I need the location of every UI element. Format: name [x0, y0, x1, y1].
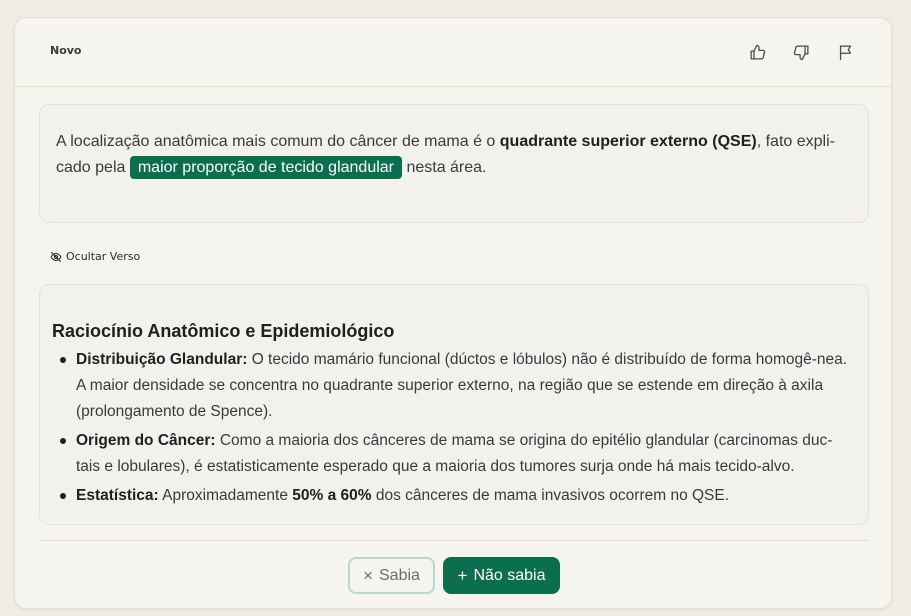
flag-icon[interactable]	[835, 42, 855, 62]
list-item: Origem do Câncer: Como a maioria dos cân…	[60, 428, 851, 480]
knew-button-label: Sabia	[379, 566, 420, 584]
card-back: Raciocínio Anatômico e Epidemiológico Di…	[39, 284, 869, 525]
didnt-know-button-label: Não sabia	[473, 566, 546, 584]
cloze-answer: maior proporção de tecido glandular	[129, 156, 402, 179]
eye-off-icon	[50, 251, 62, 262]
question-emphasis: quadrante superior externo (QSE)	[499, 133, 757, 150]
list-item-term: Estatística:	[76, 487, 159, 504]
list-item-term: Distribuição Glandular:	[76, 351, 248, 368]
question-text-part: A localização anatômica mais comum do câ…	[56, 133, 500, 150]
list-item: Distribuição Glandular: O tecido mamário…	[60, 347, 851, 425]
explanation-list: Distribuição Glandular: O tecido mamário…	[60, 347, 851, 512]
hide-back-label: Ocultar Verso	[66, 250, 141, 263]
flashcard: Novo A localização anatômica mais comum …	[14, 17, 892, 609]
question-text: A localização anatômica mais comum do câ…	[56, 129, 846, 181]
knew-button[interactable]: × Sabia	[348, 557, 435, 594]
list-item: Estatística: Aproximadamente 50% a 60% d…	[60, 483, 851, 509]
list-item-text: dos cânceres de mama invasivos ocorrem n…	[371, 487, 730, 504]
plus-icon: +	[457, 566, 468, 585]
close-icon: ×	[363, 566, 373, 585]
card-front: A localização anatômica mais comum do câ…	[39, 104, 869, 223]
question-text-part: nesta área.	[402, 159, 487, 176]
list-item-emphasis: 50% a 60%	[292, 487, 372, 504]
list-item-text: Aproximadamente	[158, 487, 293, 504]
thumbs-down-icon[interactable]	[791, 42, 811, 62]
divider	[39, 540, 869, 541]
answer-actions: × Sabia + Não sabia	[348, 557, 560, 594]
status-badge: Novo	[50, 44, 82, 57]
explanation-title: Raciocínio Anatômico e Epidemiológico	[52, 321, 395, 341]
feedback-actions	[747, 42, 855, 62]
list-item-term: Origem do Câncer:	[76, 432, 216, 449]
card-header: Novo	[15, 18, 891, 87]
didnt-know-button[interactable]: + Não sabia	[443, 557, 560, 594]
thumbs-up-icon[interactable]	[747, 42, 767, 62]
hide-back-toggle[interactable]: Ocultar Verso	[50, 250, 140, 263]
